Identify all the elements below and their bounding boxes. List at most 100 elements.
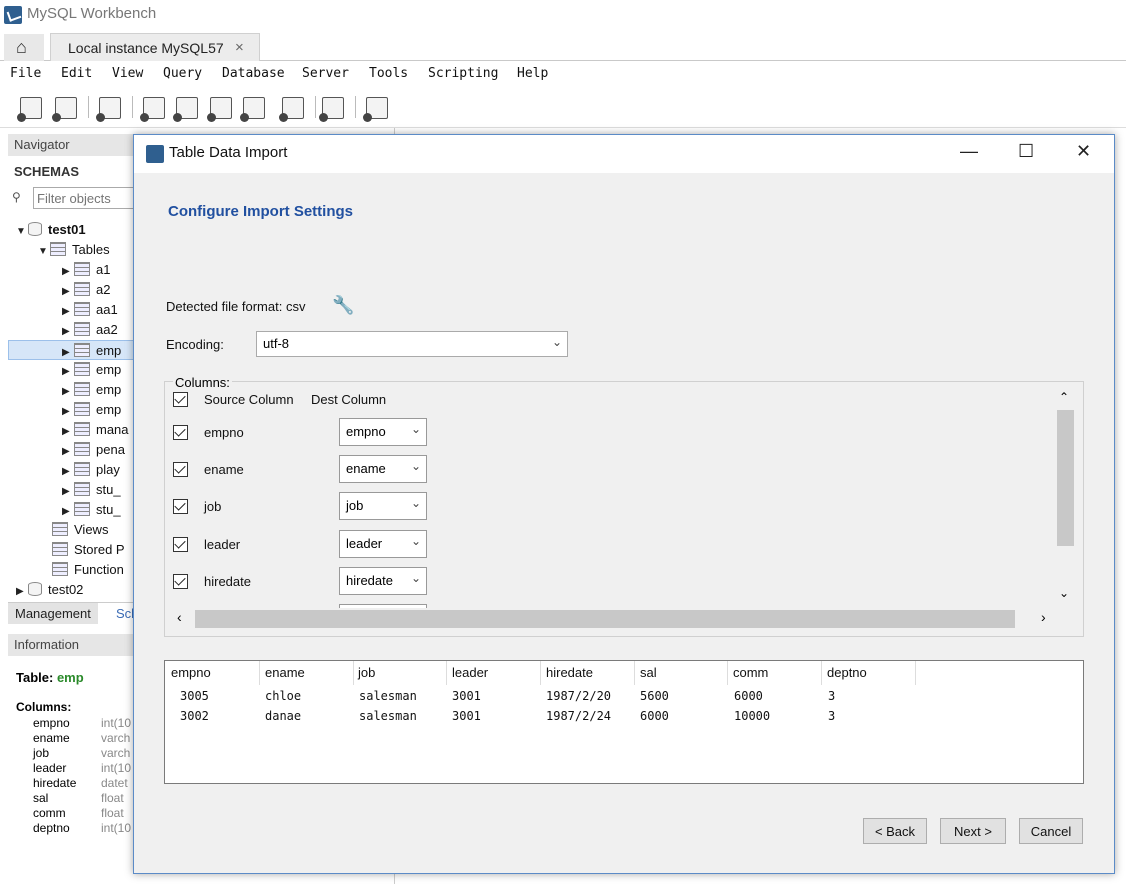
columns-vertical-scrollbar[interactable]: ⌃ ⌄	[1053, 388, 1083, 608]
close-icon[interactable]: ✕	[1076, 141, 1091, 162]
table-icon	[74, 362, 90, 376]
maximize-icon[interactable]: ☐	[1018, 141, 1034, 162]
chevron-right-icon[interactable]: ▶	[62, 422, 74, 442]
menu-edit[interactable]: Edit	[61, 66, 92, 81]
chevron-right-icon[interactable]: ▶	[62, 362, 74, 382]
info-column-names: empno ename job leader hiredate sal comm…	[33, 716, 77, 835]
column-divider	[259, 661, 260, 685]
inspector-icon[interactable]	[96, 97, 121, 122]
create-procedure-icon[interactable]	[240, 97, 265, 122]
select-all-checkbox[interactable]	[173, 392, 188, 407]
tab-local-instance[interactable]: Local instance MySQL57 ×	[50, 33, 260, 61]
chevron-right-icon[interactable]: ▶	[62, 322, 74, 342]
menu-scripting[interactable]: Scripting	[428, 66, 498, 81]
back-button[interactable]: < Back	[863, 818, 927, 844]
chevron-down-icon[interactable]: ⌄	[1059, 586, 1069, 600]
toolbar-separator	[355, 96, 356, 118]
column-checkbox[interactable]	[173, 574, 188, 589]
new-sql-tab-icon[interactable]	[17, 97, 42, 122]
tree-table-item[interactable]: ▶ emp	[62, 380, 121, 400]
menu-database[interactable]: Database	[222, 66, 285, 81]
tree-table-item[interactable]: ▶ a1	[62, 260, 110, 280]
tree-views-folder[interactable]: Views	[52, 520, 108, 540]
chevron-right-icon[interactable]: ▶	[62, 282, 74, 302]
menu-bar: File Edit View Query Database Server Too…	[0, 62, 1126, 88]
column-checkbox[interactable]	[173, 462, 188, 477]
cancel-button[interactable]: Cancel	[1019, 818, 1083, 844]
dest-column-select[interactable]: ename ⌄	[339, 455, 427, 483]
dest-column-select[interactable]: job ⌄	[339, 492, 427, 520]
tree-table-item[interactable]: ▶ emp	[62, 400, 121, 420]
tree-table-item-selected[interactable]: ▶ emp	[8, 340, 140, 360]
close-tab-icon[interactable]: ×	[235, 39, 244, 56]
minimize-icon[interactable]: —	[960, 141, 978, 162]
chevron-right-icon[interactable]: ▶	[62, 382, 74, 402]
open-sql-script-icon[interactable]	[52, 97, 77, 122]
reconnect-icon[interactable]	[363, 97, 388, 122]
wizard-step-heading: Configure Import Settings	[168, 203, 353, 220]
dest-column-select[interactable]: leader ⌄	[339, 530, 427, 558]
menu-view[interactable]: View	[112, 66, 143, 81]
tree-table-item[interactable]: ▶ aa1	[62, 300, 118, 320]
table-icon	[74, 382, 90, 396]
columns-horizontal-scrollbar[interactable]: ‹ ›	[169, 608, 1053, 630]
tree-table-item[interactable]: ▶ pena	[62, 440, 125, 460]
chevron-right-icon[interactable]: ▶	[62, 302, 74, 322]
chevron-right-icon[interactable]: ▶	[62, 502, 74, 522]
tree-functions-folder[interactable]: Function	[52, 560, 124, 580]
tree-table-item[interactable]: ▶ mana	[62, 420, 129, 440]
menu-tools[interactable]: Tools	[369, 66, 408, 81]
scrollbar-thumb[interactable]	[1057, 410, 1074, 546]
tree-schema-test01[interactable]: ▼ test01	[16, 220, 86, 240]
filter-objects-input[interactable]	[33, 187, 143, 209]
chevron-right-icon[interactable]: ▶	[62, 262, 74, 282]
tree-table-item[interactable]: ▶ play	[62, 460, 120, 480]
chevron-right-icon[interactable]: ▶	[62, 442, 74, 462]
create-function-icon[interactable]	[279, 97, 304, 122]
tab-management[interactable]: Management	[8, 603, 98, 624]
tree-table-item[interactable]: ▶ emp	[62, 360, 121, 380]
tree-table-item[interactable]: ▶ a2	[62, 280, 110, 300]
create-schema-icon[interactable]	[140, 97, 165, 122]
column-checkbox[interactable]	[173, 537, 188, 552]
menu-help[interactable]: Help	[517, 66, 548, 81]
chevron-right-icon[interactable]: ▶	[62, 482, 74, 502]
create-table-icon[interactable]	[173, 97, 198, 122]
chevron-right-icon[interactable]: ▶	[62, 462, 74, 482]
create-view-icon[interactable]	[207, 97, 232, 122]
encoding-label: Encoding:	[166, 337, 224, 352]
table-icon	[74, 322, 90, 336]
tree-table-item[interactable]: ▶ stu_	[62, 480, 121, 500]
chevron-left-icon[interactable]: ‹	[177, 609, 182, 625]
dest-column-select[interactable]: empno ⌄	[339, 418, 427, 446]
tree-stored-procedures-folder[interactable]: Stored P	[52, 540, 125, 560]
tree-table-item[interactable]: ▶ stu_	[62, 500, 121, 520]
encoding-select[interactable]: utf-8 ⌄	[256, 331, 568, 357]
tree-table-item[interactable]: ▶ aa2	[62, 320, 118, 340]
search-icon: ⚲	[12, 190, 21, 204]
column-checkbox[interactable]	[173, 499, 188, 514]
scrollbar-thumb[interactable]	[195, 610, 1015, 628]
chevron-right-icon[interactable]: ›	[1041, 609, 1046, 625]
dest-column-select[interactable]: hiredate ⌄	[339, 567, 427, 595]
menu-file[interactable]: File	[10, 66, 41, 81]
info-table-line: Table: emp	[16, 670, 84, 685]
column-checkbox[interactable]	[173, 425, 188, 440]
chevron-up-icon[interactable]: ⌃	[1059, 390, 1069, 404]
tree-tables-folder[interactable]: ▼ Tables	[38, 240, 110, 260]
next-button[interactable]: Next >	[940, 818, 1006, 844]
chevron-down-icon[interactable]: ▼	[38, 242, 50, 262]
chevron-right-icon[interactable]: ▶	[62, 402, 74, 422]
tree-schema-test02[interactable]: ▶ test02	[16, 580, 83, 600]
wrench-icon[interactable]: 🔧	[332, 295, 354, 316]
preview-header: comm	[733, 665, 769, 680]
source-column-header: Source Column	[204, 392, 294, 407]
search-table-data-icon[interactable]	[319, 97, 344, 122]
menu-query[interactable]: Query	[163, 66, 202, 81]
chevron-down-icon[interactable]: ▼	[16, 222, 28, 242]
menu-server[interactable]: Server	[302, 66, 349, 81]
column-divider	[727, 661, 728, 685]
database-icon	[28, 582, 42, 596]
home-tab[interactable]: ⌂	[4, 34, 44, 61]
chevron-right-icon[interactable]: ▶	[16, 582, 28, 602]
